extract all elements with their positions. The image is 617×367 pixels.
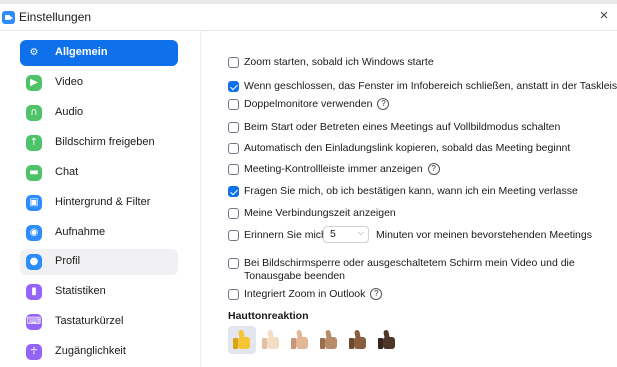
thumbs-up-icon xyxy=(378,329,396,350)
chat-bubble-icon: ▬ xyxy=(26,165,42,181)
sidebar-item-label: Bildschirm freigeben xyxy=(55,136,155,148)
sidebar-item-aufnahme[interactable]: ◉ Aufnahme xyxy=(20,220,178,246)
sidebar-item-label: Video xyxy=(55,76,83,88)
skin-tone-option[interactable] xyxy=(228,326,256,354)
sidebar-item-label: Audio xyxy=(55,106,84,118)
accessibility-icon: ☥ xyxy=(26,344,42,360)
thumbs-up-icon xyxy=(262,329,280,350)
skin-tone-option[interactable] xyxy=(344,326,372,354)
gear-icon: ⚙ xyxy=(26,45,42,61)
option-label: Beim Start oder Betreten eines Meetings … xyxy=(244,121,561,133)
select-value: 5 xyxy=(330,228,336,240)
option-checkbox[interactable] xyxy=(228,81,239,92)
sidebar-item-label: Zugänglichkeit xyxy=(55,345,126,357)
option-label: Zoom starten, sobald ich Windows starte xyxy=(244,56,434,68)
sidebar-item-bildschirm-freigeben[interactable]: ↑ Bildschirm freigeben xyxy=(20,130,178,156)
option-checkbox[interactable] xyxy=(228,208,239,219)
statistics-icon: ▮ xyxy=(26,284,42,300)
sidebar-item-label: Hintergrund & Filter xyxy=(55,196,151,208)
sidebar-item-zugaenglichkeit[interactable]: ☥ Zugänglichkeit xyxy=(20,339,178,365)
sidebar-item-statistiken[interactable]: ▮ Statistiken xyxy=(20,279,178,305)
close-icon[interactable]: × xyxy=(595,7,613,25)
thumbs-up-icon xyxy=(349,329,367,350)
option-label-continued: Tonausgabe beenden xyxy=(244,270,346,282)
keyboard-icon: ⌨ xyxy=(26,314,42,330)
video-camera-icon: ▶ xyxy=(26,75,42,91)
skin-tone-option[interactable] xyxy=(257,326,285,354)
share-screen-icon: ↑ xyxy=(26,135,42,151)
sidebar-item-chat[interactable]: ▬ Chat xyxy=(20,160,178,186)
sidebar-item-profil[interactable]: ● Profil xyxy=(20,249,178,275)
option-label: Fragen Sie mich, ob ich bestätigen kann,… xyxy=(244,185,578,197)
profile-icon: ● xyxy=(26,254,42,270)
option-checkbox[interactable] xyxy=(228,230,239,241)
reminder-minutes-select[interactable]: 5 ⌵ xyxy=(323,226,369,243)
help-icon[interactable]: ? xyxy=(427,163,440,176)
sidebar-item-allgemein[interactable]: ⚙ Allgemein xyxy=(20,40,178,66)
thumbs-up-icon xyxy=(233,329,251,350)
option-label: Meine Verbindungszeit anzeigen xyxy=(244,207,396,219)
thumbs-up-icon xyxy=(320,329,338,350)
skin-tone-option[interactable] xyxy=(286,326,314,354)
option-label: Automatisch den Einladungslink kopieren,… xyxy=(244,142,571,154)
settings-window: Einstellungen × ⚙ Allgemein ▶ Video ∩ Au… xyxy=(0,0,617,367)
sidebar-item-tastaturkuerzel[interactable]: ⌨ Tastaturkürzel xyxy=(20,309,178,335)
general-settings-panel: Zoom starten, sobald ich Windows starte … xyxy=(201,31,617,367)
option-label: Doppelmonitore verwenden xyxy=(244,98,373,110)
option-label: Integriert Zoom in Outlook xyxy=(244,288,366,300)
option-label-suffix: Minuten vor meinen bevorstehenden Meetin… xyxy=(376,229,592,241)
chevron-down-icon: ⌵ xyxy=(357,228,364,237)
option-checkbox[interactable] xyxy=(228,122,239,133)
sidebar-item-label: Profil xyxy=(55,255,81,267)
option-label: Bei Bildschirmsperre oder ausgeschaltete… xyxy=(244,257,575,269)
option-checkbox[interactable] xyxy=(228,57,239,68)
option-checkbox[interactable] xyxy=(228,289,239,300)
option-checkbox[interactable] xyxy=(228,99,239,110)
sidebar-item-hintergrund-filter[interactable]: ▣ Hintergrund & Filter xyxy=(20,190,178,216)
title-bar[interactable]: Einstellungen × xyxy=(0,4,617,31)
sidebar-item-audio[interactable]: ∩ Audio xyxy=(20,100,178,126)
sidebar-item-label: Aufnahme xyxy=(55,226,106,238)
sidebar-item-label: Statistiken xyxy=(55,285,106,297)
skin-tone-option[interactable] xyxy=(315,326,343,354)
background-icon: ▣ xyxy=(26,195,42,211)
help-icon[interactable]: ? xyxy=(370,288,383,301)
settings-sidebar: ⚙ Allgemein ▶ Video ∩ Audio ↑ Bildschirm… xyxy=(0,31,201,367)
sidebar-item-label: Chat xyxy=(55,166,79,178)
option-label: Wenn geschlossen, das Fenster im Infober… xyxy=(244,80,617,92)
thumbs-up-icon xyxy=(291,329,309,350)
zoom-app-icon xyxy=(2,11,15,24)
sidebar-item-label: Tastaturkürzel xyxy=(55,315,124,327)
sidebar-item-label: Allgemein xyxy=(55,46,108,58)
skin-tone-heading: Hauttonreaktion xyxy=(228,310,309,322)
option-label: Meeting-Kontrollleiste immer anzeigen xyxy=(244,163,423,175)
record-icon: ◉ xyxy=(26,225,42,241)
help-icon[interactable]: ? xyxy=(377,98,390,111)
skin-tone-picker xyxy=(228,326,448,358)
option-checkbox[interactable] xyxy=(228,186,239,197)
headphones-icon: ∩ xyxy=(26,105,42,121)
option-checkbox[interactable] xyxy=(228,258,239,269)
option-label: Erinnern Sie mich xyxy=(244,229,327,241)
option-checkbox[interactable] xyxy=(228,164,239,175)
sidebar-item-video[interactable]: ▶ Video xyxy=(20,70,178,96)
window-title: Einstellungen xyxy=(19,10,92,24)
option-checkbox[interactable] xyxy=(228,143,239,154)
skin-tone-option[interactable] xyxy=(373,326,401,354)
